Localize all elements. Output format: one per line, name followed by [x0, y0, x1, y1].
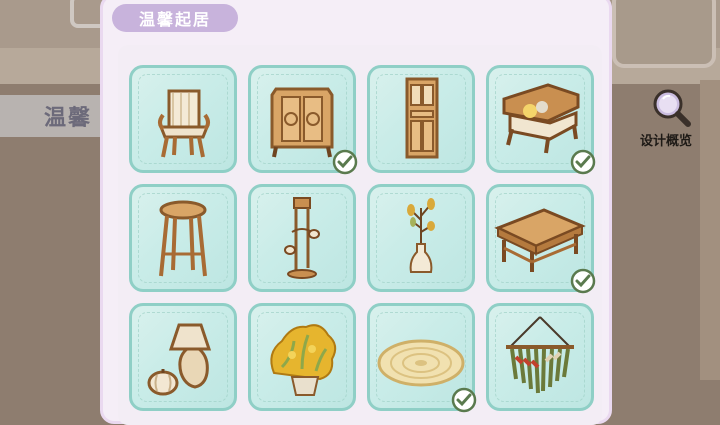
item-grid	[118, 45, 602, 425]
item-rattan-sofa[interactable]	[486, 65, 596, 175]
item-round-rug[interactable]	[367, 303, 477, 413]
owned-check-icon	[451, 387, 477, 413]
armchair-icon	[158, 89, 210, 158]
item-macrame-hanging[interactable]	[486, 303, 594, 411]
category-title: 温馨起居	[112, 4, 238, 32]
item-branch-vase[interactable]	[367, 184, 475, 292]
item-tall-bookcase[interactable]	[367, 65, 475, 173]
owned-check-icon	[570, 268, 596, 294]
item-wooden-table[interactable]	[486, 184, 596, 294]
background-label: 温馨	[44, 106, 93, 131]
floor-lamp-icon	[284, 197, 320, 279]
flower-icon	[270, 324, 337, 396]
background-frame-right	[612, 0, 716, 68]
design-overview-label: 设计概览	[640, 134, 693, 149]
stool-icon	[159, 200, 207, 277]
table-lamp-icon	[147, 323, 212, 396]
design-overview-button[interactable]: 设计概览	[636, 86, 716, 156]
item-yellow-flower-pot[interactable]	[248, 303, 356, 411]
item-wooden-cabinet[interactable]	[248, 65, 358, 175]
owned-check-icon	[570, 149, 596, 175]
macrame-icon	[506, 316, 574, 394]
owned-check-icon	[332, 149, 358, 175]
item-table-lamp-pumpkin[interactable]	[129, 303, 237, 411]
magnifier-icon	[653, 89, 691, 127]
item-rattan-armchair[interactable]	[129, 65, 237, 173]
vase-icon	[407, 198, 435, 273]
item-floor-lamp[interactable]	[248, 184, 356, 292]
item-bar-stool[interactable]	[129, 184, 237, 292]
bookcase-icon	[405, 77, 439, 159]
